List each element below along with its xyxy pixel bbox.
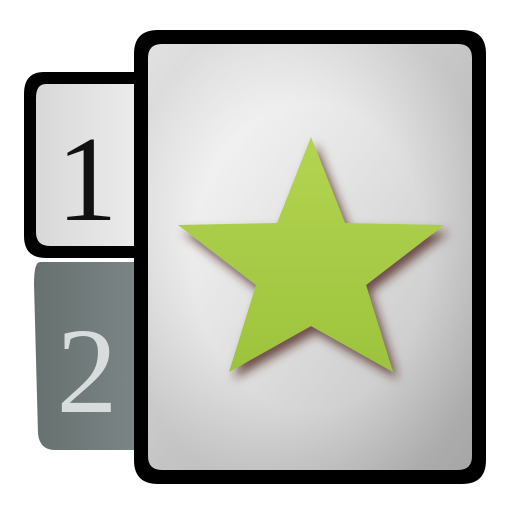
tab-1-label: 1 xyxy=(57,112,118,247)
tabbed-star-icon: 1 2 xyxy=(0,0,512,512)
icon-graphic: 1 2 xyxy=(24,30,486,484)
tab-2-label: 2 xyxy=(57,304,118,439)
